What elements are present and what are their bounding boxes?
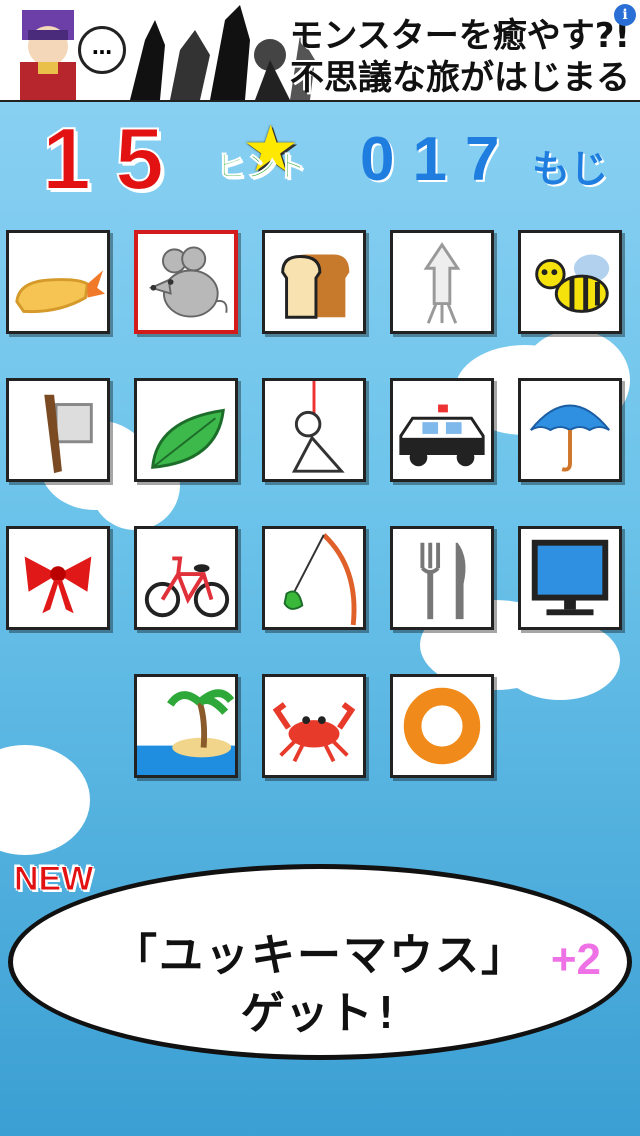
remaining-count: 15	[41, 108, 188, 209]
fried-shrimp-icon	[15, 270, 106, 314]
tile-umbrella[interactable]	[518, 378, 622, 482]
hint-label: ヒント	[216, 150, 307, 186]
island-icon	[137, 689, 235, 775]
ribbon-icon	[24, 556, 92, 614]
ad-headline-2: 不思議な旅がはじまる	[290, 58, 630, 98]
tile-police-car[interactable]	[390, 378, 494, 482]
ad-info-icon[interactable]: i	[614, 4, 636, 26]
crab-icon	[272, 702, 356, 763]
tile-crab[interactable]	[262, 674, 366, 778]
tile-island[interactable]	[134, 674, 238, 778]
tile-fried-shrimp[interactable]	[6, 230, 110, 334]
tile-squid[interactable]	[390, 230, 494, 334]
bicycle-icon	[144, 556, 230, 618]
character-unit: もじ	[532, 147, 609, 191]
tile-bread[interactable]	[262, 230, 366, 334]
leaf-icon	[151, 408, 225, 469]
mouse-icon	[148, 246, 228, 318]
hanging-doll-icon	[291, 381, 345, 473]
hero-portrait-icon	[20, 10, 76, 100]
result-message-bubble: 「ユッキーマウス」 ゲット! +2	[8, 864, 632, 1060]
fishing-rod-icon	[283, 533, 357, 626]
police-car-icon	[399, 404, 485, 467]
bee-icon	[535, 254, 610, 313]
character-count: 017	[360, 125, 518, 194]
found-word: 「ユッキーマウス」	[113, 930, 527, 981]
speech-bubble-icon: …	[78, 26, 126, 74]
umbrella-icon	[530, 404, 610, 472]
tile-monitor[interactable]	[518, 526, 622, 630]
squid-icon	[423, 242, 461, 324]
tile-ribbon[interactable]	[6, 526, 110, 630]
new-badge: NEW	[13, 860, 94, 899]
tile-fork-knife[interactable]	[390, 526, 494, 630]
tile-fishing-rod[interactable]	[262, 526, 366, 630]
donut-icon	[403, 687, 481, 765]
tile-hanging-doll[interactable]	[262, 378, 366, 482]
fork-knife-icon	[420, 542, 466, 620]
tile-bicycle[interactable]	[134, 526, 238, 630]
monitor-icon	[531, 539, 609, 616]
tile-mouse[interactable]	[134, 230, 238, 334]
bonus-points: +2	[550, 935, 601, 984]
get-text: ゲット!	[240, 988, 400, 1039]
tile-leaf[interactable]	[134, 378, 238, 482]
axe-icon	[44, 394, 93, 474]
bread-icon	[281, 254, 350, 319]
tile-donut[interactable]	[390, 674, 494, 778]
tile-axe[interactable]	[6, 378, 110, 482]
tile-bee[interactable]	[518, 230, 622, 334]
ad-banner[interactable]: … モンスターを癒やす?! 不思議な旅がはじまる i	[0, 0, 640, 102]
hint-button[interactable]: ★ ヒント	[214, 118, 324, 188]
